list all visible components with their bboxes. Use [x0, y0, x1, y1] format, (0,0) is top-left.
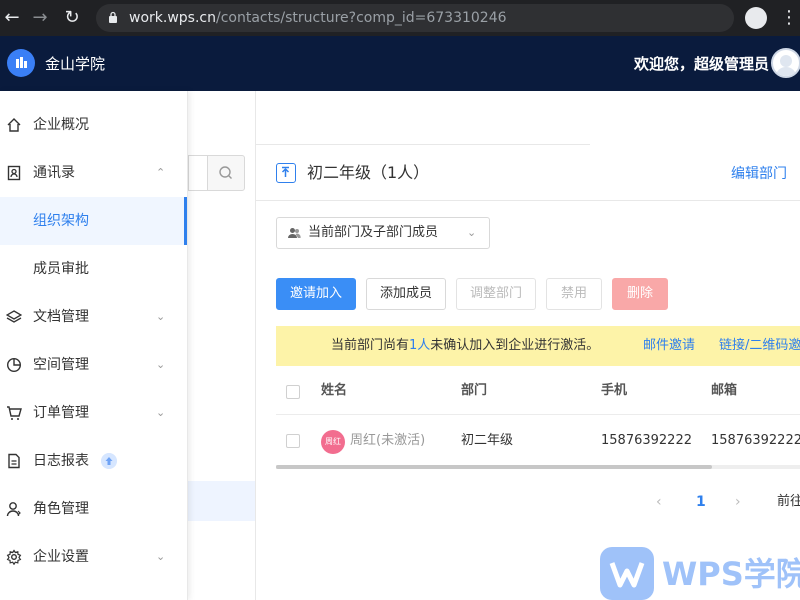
search-button[interactable] — [207, 155, 245, 191]
column-header-phone: 手机 — [601, 383, 628, 398]
sidebar-item-log-report[interactable]: 日志报表 — [0, 437, 187, 485]
search-icon — [219, 166, 232, 179]
lock-icon — [109, 11, 117, 23]
tree-selected-node[interactable] — [188, 481, 255, 521]
forward-icon[interactable]: → — [30, 8, 50, 28]
sidebar-item-org-structure[interactable]: 组织架构 — [0, 197, 187, 245]
sidebar-item-label: 企业概况 — [33, 117, 89, 133]
goto-page-label: 前往 — [777, 494, 800, 509]
sidebar-item-orders[interactable]: 订单管理 ⌄ — [0, 389, 187, 437]
column-header-department: 部门 — [461, 383, 488, 398]
scrollbar-thumb[interactable] — [276, 465, 712, 469]
chevron-down-icon: ⌄ — [156, 406, 166, 419]
chevron-down-icon: ⌄ — [156, 310, 166, 323]
divider — [256, 144, 590, 145]
menu-dots-icon[interactable]: ⋮ — [780, 8, 798, 28]
app-header: 金山学院 欢迎您，超级管理员 — [0, 36, 800, 91]
account-icon[interactable] — [745, 7, 767, 29]
department-up-icon[interactable] — [276, 163, 296, 183]
sidebar-item-label: 订单管理 — [33, 405, 89, 421]
user-avatar[interactable] — [771, 48, 800, 78]
current-page[interactable]: 1 — [696, 492, 706, 512]
sidebar-item-settings[interactable]: 企业设置 ⌄ — [0, 533, 187, 581]
app-title: 金山学院 — [45, 55, 106, 73]
chevron-down-icon: ⌄ — [467, 226, 477, 239]
sidebar-item-member-approval[interactable]: 成员审批 — [0, 245, 187, 293]
url-text: work.wps.cn/contacts/structure?comp_id=6… — [129, 10, 507, 26]
delete-button[interactable]: 删除 — [612, 278, 668, 310]
welcome-text: 欢迎您，超级管理员 — [634, 55, 770, 73]
user-role-icon — [6, 502, 21, 517]
department-search-input[interactable] — [188, 155, 208, 191]
invite-button[interactable]: 邀请加入 — [276, 278, 356, 310]
chevron-up-icon: ⌃ — [156, 166, 166, 179]
sidebar-item-label: 通讯录 — [33, 165, 75, 181]
sidebar: 企业概况 通讯录 ⌃ 组织架构 成员审批 文档管理 ⌄ 空间管理 ⌄ 订单管理 … — [0, 91, 188, 600]
table-divider — [276, 414, 800, 415]
email-invite-link[interactable]: 邮件邀请 — [643, 336, 695, 356]
home-icon — [7, 118, 21, 132]
department-title: 初二年级（1人） — [307, 163, 430, 182]
sidebar-item-label: 空间管理 — [33, 357, 89, 373]
sidebar-item-docs[interactable]: 文档管理 ⌄ — [0, 293, 187, 341]
divider — [256, 200, 800, 201]
sidebar-item-label: 角色管理 — [33, 501, 89, 517]
back-icon[interactable]: ← — [2, 8, 22, 28]
edit-department-link[interactable]: 编辑部门 — [731, 164, 787, 184]
member-email: 15876392222@ — [711, 433, 800, 448]
sidebar-item-label: 成员审批 — [33, 261, 89, 277]
member-scope-select[interactable]: 当前部门及子部门成员 ⌄ — [276, 217, 490, 249]
app-logo — [7, 49, 35, 77]
sidebar-item-label: 组织架构 — [33, 213, 89, 229]
address-bar[interactable]: work.wps.cn/contacts/structure?comp_id=6… — [96, 4, 734, 32]
column-header-email: 邮箱 — [711, 383, 738, 398]
member-department: 初二年级 — [461, 433, 514, 448]
chevron-down-icon: ⌄ — [156, 358, 166, 371]
notice-text: 当前部门尚有1人未确认加入到企业进行激活。 — [331, 338, 600, 353]
sidebar-item-overview[interactable]: 企业概况 — [0, 101, 187, 149]
avatar: 周红 — [321, 430, 345, 454]
add-member-button[interactable]: 添加成员 — [366, 278, 446, 310]
member-phone: 15876392222 — [601, 433, 692, 448]
sidebar-item-label: 日志报表 — [33, 453, 89, 469]
qr-invite-link[interactable]: 链接/二维码邀 — [719, 336, 800, 356]
reload-icon[interactable]: ↻ — [62, 8, 82, 28]
member-scope-value: 当前部门及子部门成员 — [308, 225, 439, 240]
cart-icon — [7, 406, 22, 420]
pie-chart-icon — [6, 357, 22, 373]
next-page-icon[interactable]: › — [735, 493, 747, 511]
report-icon — [8, 453, 20, 469]
wps-logo-watermark — [600, 547, 654, 600]
column-header-name: 姓名 — [321, 383, 348, 398]
chevron-down-icon: ⌄ — [156, 550, 166, 563]
gear-icon — [6, 549, 22, 565]
select-all-checkbox[interactable] — [286, 385, 300, 399]
upgrade-badge-icon — [101, 453, 117, 469]
disable-button[interactable]: 禁用 — [546, 278, 602, 310]
users-icon — [288, 228, 301, 238]
watermark-text: WPS学院 — [662, 555, 800, 593]
sidebar-item-space[interactable]: 空间管理 ⌄ — [0, 341, 187, 389]
contacts-icon — [7, 165, 21, 181]
browser-toolbar: ← → ↻ work.wps.cn/contacts/structure?com… — [0, 0, 800, 36]
sidebar-item-label: 文档管理 — [33, 309, 89, 325]
sidebar-item-contacts[interactable]: 通讯录 ⌃ — [0, 149, 187, 197]
sidebar-item-label: 企业设置 — [33, 549, 89, 565]
department-tree-panel — [188, 91, 256, 600]
activation-notice: 当前部门尚有1人未确认加入到企业进行激活。 邮件邀请 链接/二维码邀 — [276, 326, 800, 366]
row-checkbox[interactable] — [286, 434, 300, 448]
layers-icon — [6, 310, 22, 323]
adjust-department-button[interactable]: 调整部门 — [456, 278, 536, 310]
prev-page-icon[interactable]: ‹ — [656, 493, 668, 511]
member-name[interactable]: 周红(未激活) — [350, 431, 425, 451]
sidebar-item-roles[interactable]: 角色管理 — [0, 485, 187, 533]
